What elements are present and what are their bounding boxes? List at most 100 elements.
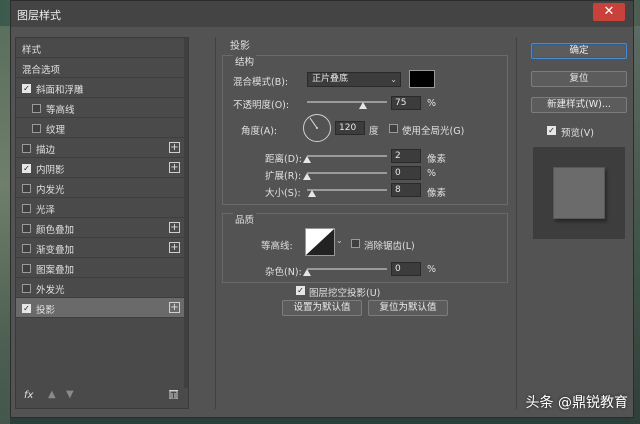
shadow-color-swatch[interactable] xyxy=(409,70,435,88)
styles-list-item-gradient-overlay[interactable]: 渐变叠加 + xyxy=(16,238,184,258)
global-light-checkbox[interactable] xyxy=(389,124,398,133)
distance-slider-track[interactable] xyxy=(307,155,387,157)
size-slider-track[interactable] xyxy=(307,189,387,191)
styles-list-label: 投影 xyxy=(36,305,56,316)
size-unit: 像素 xyxy=(427,188,447,199)
outer-glow-checkbox[interactable] xyxy=(22,284,31,293)
styles-list-item-styles[interactable]: 样式 xyxy=(16,38,184,58)
noise-unit: % xyxy=(427,264,437,275)
opacity-input[interactable]: 75 xyxy=(391,96,421,110)
spread-slider-thumb[interactable] xyxy=(303,173,311,180)
add-inner-shadow-icon[interactable]: + xyxy=(169,162,180,173)
styles-list-item-pattern-overlay[interactable]: 图案叠加 xyxy=(16,258,184,278)
arrow-up-icon[interactable]: ▲ xyxy=(48,389,56,400)
distance-unit: 像素 xyxy=(427,154,447,165)
contour-checkbox[interactable] xyxy=(32,104,41,113)
distance-label: 距离(D): xyxy=(265,154,302,165)
title-bar: 图层样式 ✕ xyxy=(11,1,633,27)
spread-unit: % xyxy=(427,168,437,179)
styles-list-label: 光泽 xyxy=(36,205,56,216)
styles-list-item-bevel-emboss[interactable]: ✓ 斜面和浮雕 xyxy=(16,78,184,98)
satin-checkbox[interactable] xyxy=(22,204,31,213)
spread-slider-track[interactable] xyxy=(307,172,387,174)
styles-list-item-color-overlay[interactable]: 颜色叠加 + xyxy=(16,218,184,238)
style-preview xyxy=(533,147,625,239)
preview-checkbox[interactable]: ✓ xyxy=(547,126,556,135)
noise-slider-track[interactable] xyxy=(307,268,387,270)
new-style-button[interactable]: 新建样式(W)... xyxy=(531,97,627,113)
reset-default-button[interactable]: 复位为默认值 xyxy=(368,300,448,316)
styles-list-label: 描边 xyxy=(36,145,56,156)
structure-group: 结构 混合模式(B): 正片叠底 ⌄ 不透明度(O): 75 % 角度(A): … xyxy=(222,54,508,205)
watermark: 头条 @鼎锐教育 xyxy=(525,395,628,411)
noise-slider-thumb[interactable] xyxy=(303,269,311,276)
styles-list-label: 等高线 xyxy=(46,105,75,116)
styles-list-scrollbar[interactable] xyxy=(184,38,188,388)
inner-glow-checkbox[interactable] xyxy=(22,184,31,193)
chevron-down-icon[interactable]: ⌄ xyxy=(336,236,343,245)
dialog-actions: 确定 复位 新建样式(W)... ✓ 预览(V) xyxy=(523,37,633,287)
styles-list-item-satin[interactable]: 光泽 xyxy=(16,198,184,218)
styles-list-item-contour[interactable]: 等高线 xyxy=(16,98,184,118)
angle-input[interactable]: 120 xyxy=(335,121,365,135)
styles-list-label: 斜面和浮雕 xyxy=(36,85,84,96)
noise-input[interactable]: 0 xyxy=(391,262,421,276)
styles-list-item-inner-shadow[interactable]: ✓ 内阴影 + xyxy=(16,158,184,178)
ok-button[interactable]: 确定 xyxy=(531,43,627,59)
styles-list-label: 渐变叠加 xyxy=(36,245,75,256)
structure-group-title: 结构 xyxy=(233,54,257,68)
drop-shadow-checkbox[interactable]: ✓ xyxy=(22,304,31,313)
blend-mode-value: 正片叠底 xyxy=(312,74,349,84)
styles-list-label: 内发光 xyxy=(36,185,65,196)
add-color-overlay-icon[interactable]: + xyxy=(169,222,180,233)
antialias-checkbox[interactable] xyxy=(351,239,360,248)
contour-picker[interactable] xyxy=(305,228,335,256)
size-input[interactable]: 8 xyxy=(391,183,421,197)
styles-list-item-texture[interactable]: 纹理 xyxy=(16,118,184,138)
styles-list-item-outer-glow[interactable]: 外发光 xyxy=(16,278,184,298)
blend-mode-dropdown[interactable]: 正片叠底 ⌄ xyxy=(307,72,401,87)
inner-shadow-checkbox[interactable]: ✓ xyxy=(22,164,31,173)
knockout-checkbox[interactable]: ✓ xyxy=(296,286,305,295)
distance-input[interactable]: 2 xyxy=(391,149,421,163)
color-overlay-checkbox[interactable] xyxy=(22,224,31,233)
spread-input[interactable]: 0 xyxy=(391,166,421,180)
opacity-slider-thumb[interactable] xyxy=(359,102,367,109)
reset-button[interactable]: 复位 xyxy=(531,71,627,87)
opacity-label: 不透明度(O): xyxy=(233,100,290,111)
styles-list-item-stroke[interactable]: 描边 + xyxy=(16,138,184,158)
add-gradient-overlay-icon[interactable]: + xyxy=(169,242,180,253)
close-button[interactable]: ✕ xyxy=(593,3,625,21)
size-slider-thumb[interactable] xyxy=(308,190,316,197)
pattern-overlay-checkbox[interactable] xyxy=(22,264,31,273)
fx-menu-button[interactable]: fx xyxy=(24,390,33,401)
spread-label: 扩展(R): xyxy=(265,171,302,182)
preview-thumbnail xyxy=(553,167,605,219)
stroke-checkbox[interactable] xyxy=(22,144,31,153)
texture-checkbox[interactable] xyxy=(32,124,41,133)
global-light-label: 使用全局光(G) xyxy=(402,126,465,137)
contour-label: 等高线: xyxy=(261,241,293,252)
styles-list-item-inner-glow[interactable]: 内发光 xyxy=(16,178,184,198)
blend-mode-label: 混合模式(B): xyxy=(233,77,289,88)
arrow-down-icon[interactable]: ▼ xyxy=(66,389,74,400)
trash-icon[interactable] xyxy=(169,389,178,402)
angle-unit: 度 xyxy=(369,126,379,137)
antialias-label: 消除锯齿(L) xyxy=(364,241,415,252)
gradient-overlay-checkbox[interactable] xyxy=(22,244,31,253)
bevel-emboss-checkbox[interactable]: ✓ xyxy=(22,84,31,93)
add-stroke-icon[interactable]: + xyxy=(169,142,180,153)
preview-label: 预览(V) xyxy=(561,128,594,139)
layer-style-dialog: 图层样式 ✕ 样式 混合选项 ✓ 斜面和浮雕 等高线 纹理 描边 + ✓ 内阴影… xyxy=(10,0,634,418)
styles-list-label: 样式 xyxy=(22,45,42,56)
opacity-slider-track[interactable] xyxy=(307,101,387,103)
distance-slider-thumb[interactable] xyxy=(303,156,311,163)
add-drop-shadow-icon[interactable]: + xyxy=(169,302,180,313)
angle-dial-icon[interactable] xyxy=(303,114,331,142)
make-default-button[interactable]: 设置为默认值 xyxy=(282,300,362,316)
quality-group: 品质 等高线: ⌄ 消除锯齿(L) 杂色(N): 0 % xyxy=(222,212,508,283)
styles-list-item-drop-shadow[interactable]: ✓ 投影 + xyxy=(16,298,184,318)
styles-list-label: 纹理 xyxy=(46,125,66,136)
drop-shadow-settings-panel: 投影 结构 混合模式(B): 正片叠底 ⌄ 不透明度(O): 75 % 角度(A… xyxy=(215,37,517,409)
styles-list-item-blending-options[interactable]: 混合选项 xyxy=(16,58,184,78)
